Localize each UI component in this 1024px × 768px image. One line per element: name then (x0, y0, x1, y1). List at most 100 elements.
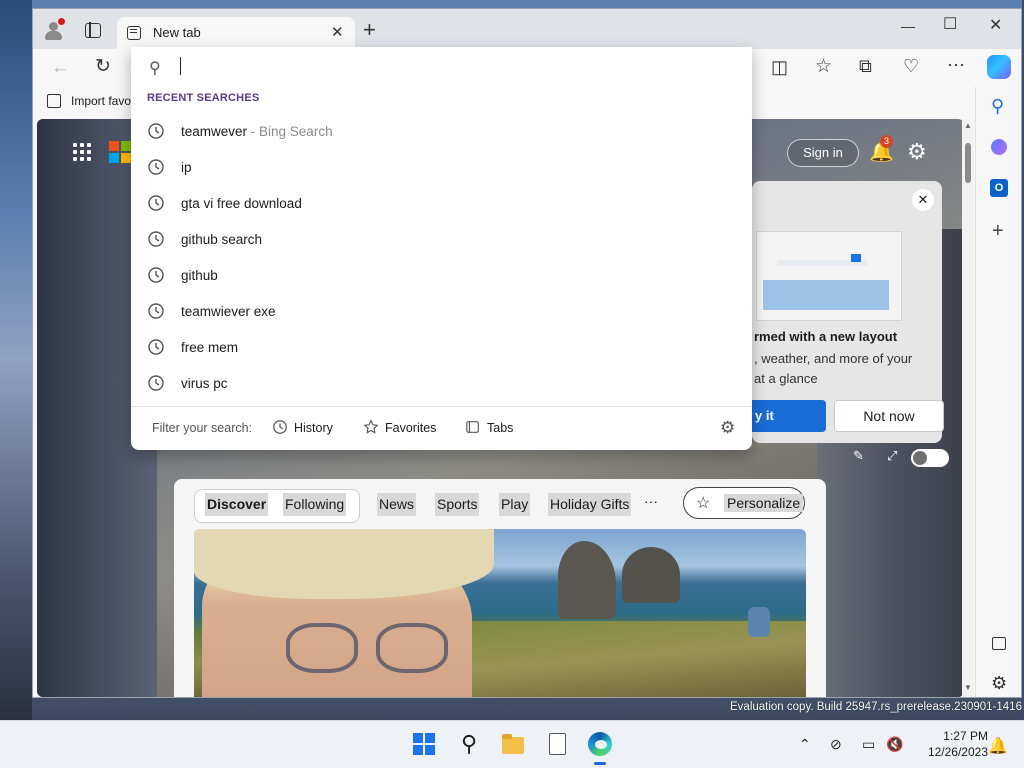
sidebar-panel-icon[interactable] (992, 637, 1006, 650)
filter-history-button[interactable]: History (272, 419, 333, 435)
tab-discover[interactable]: Discover (205, 493, 269, 516)
suggestion-text: ip (181, 160, 192, 175)
star-icon (363, 419, 379, 434)
news-feed: Discover Following News Sports Play Holi… (174, 479, 826, 697)
personalize-star-icon: ☆ (696, 495, 711, 512)
new-tab-button[interactable]: + (363, 19, 376, 41)
taskbar-search-icon[interactable]: ⚲ (457, 732, 481, 756)
filter-favorites-button[interactable]: Favorites (363, 419, 436, 435)
edge-active-indicator (594, 762, 606, 765)
display-icon[interactable]: ▭ (862, 736, 875, 753)
tab-close-button[interactable]: ✕ (331, 23, 344, 41)
tab-new-tab[interactable]: New tab ✕ (117, 17, 355, 49)
edge-sidebar: ⚲ O + ⚙ (975, 87, 1021, 697)
browser-essentials-button[interactable]: ♡ (903, 57, 919, 75)
back-button[interactable]: ← (51, 58, 70, 77)
suggestion-text: gta vi free download (181, 196, 302, 211)
import-favorites-icon[interactable] (47, 94, 61, 108)
history-icon (148, 159, 164, 175)
history-icon (148, 375, 164, 391)
copilot-icon[interactable] (987, 55, 1011, 79)
split-screen-button[interactable]: ◫ (771, 58, 788, 76)
promo-try-it-button[interactable]: y it (752, 400, 826, 432)
filter-tabs-button[interactable]: Tabs (465, 419, 513, 435)
add-sidebar-app-icon[interactable]: + (992, 221, 1004, 241)
promo-not-now-button[interactable]: Not now (834, 400, 944, 432)
history-icon (148, 195, 164, 211)
collections-button[interactable]: ⧉ (859, 57, 872, 75)
suggestion-text: teamwever - Bing Search (181, 124, 333, 139)
feed-hero-image[interactable] (194, 529, 806, 697)
suggestion-item[interactable]: github search (131, 222, 752, 258)
show-hidden-icons-chevron-icon[interactable]: ⌃ (799, 736, 811, 753)
suggestion-item[interactable]: github (131, 258, 752, 294)
tabs-icon (466, 421, 479, 433)
workspaces-icon[interactable] (85, 22, 101, 38)
notepad-icon[interactable] (546, 732, 570, 756)
desktop-window-edge (0, 0, 32, 720)
import-favorites-link[interactable]: Import favo (71, 94, 131, 108)
profile-alert-dot (58, 18, 65, 25)
maximize-button[interactable]: ☐ (943, 17, 957, 33)
suggestion-item[interactable]: virus pc (131, 366, 752, 402)
tab-sports[interactable]: Sports (435, 493, 480, 516)
sidebar-settings-icon[interactable]: ⚙ (991, 674, 1007, 692)
copilot-sidebar-icon[interactable] (991, 139, 1007, 155)
notification-center-bell-icon[interactable]: 🔔 (988, 736, 1008, 756)
expand-icon[interactable]: ⤢ (887, 448, 897, 464)
promo-close-button[interactable]: ✕ (912, 189, 934, 211)
tab-following[interactable]: Following (283, 493, 347, 516)
page-settings-icon[interactable]: ⚙ (907, 139, 927, 165)
tab-holiday-gifts[interactable]: Holiday Gifts (548, 493, 632, 516)
refresh-button[interactable]: ↻ (95, 57, 111, 76)
scrollbar-thumb[interactable] (965, 143, 971, 183)
minimize-button[interactable]: — (901, 19, 915, 33)
apps-launcher-icon[interactable] (73, 143, 93, 163)
search-icon[interactable]: ⚲ (991, 97, 1004, 115)
suggestion-item[interactable]: gta vi free download (131, 186, 752, 222)
edit-layout-icon[interactable]: ✎ (853, 448, 864, 464)
promo-layout-illustration (756, 231, 902, 321)
suggestion-text: github (181, 268, 218, 283)
history-icon (148, 267, 164, 283)
system-clock[interactable]: 1:27 PM 12/26/2023 (908, 728, 988, 760)
volume-icon[interactable]: 🔇 (886, 736, 903, 753)
background-toggle[interactable] (911, 449, 949, 467)
suggestion-item[interactable]: teamwever - Bing Search (131, 114, 752, 150)
feed-more-button[interactable]: ··· (644, 493, 658, 509)
network-icon[interactable]: ⊘ (830, 736, 842, 753)
close-window-button[interactable]: ✕ (989, 18, 1002, 34)
more-button[interactable]: ⋯ (947, 56, 965, 74)
suggestion-item[interactable]: free mem (131, 330, 752, 366)
promo-text-line-1: , weather, and more of your (754, 351, 913, 366)
history-icon (148, 123, 164, 139)
tab-bar: New tab ✕ + — ☐ ✕ (33, 9, 1021, 49)
promo-text-line-2: at a glance (754, 371, 818, 386)
page-scrollbar[interactable]: ▲ ▼ (962, 119, 974, 697)
eyeglasses (286, 623, 456, 675)
address-input-caret[interactable] (180, 57, 181, 75)
divider (131, 406, 752, 407)
address-bar-dropdown: ⚲ RECENT SEARCHES teamwever - Bing Searc… (131, 47, 752, 450)
start-button-windows-icon[interactable] (412, 732, 436, 756)
suggestion-text: github search (181, 232, 263, 247)
history-icon (148, 339, 164, 355)
suggestion-item[interactable]: teamwiever exe (131, 294, 752, 330)
tab-play[interactable]: Play (499, 493, 531, 516)
history-icon (148, 231, 164, 247)
search-settings-icon[interactable]: ⚙ (720, 418, 735, 438)
suggestion-text: free mem (181, 340, 239, 355)
edge-browser-icon[interactable] (588, 732, 612, 756)
favorites-button[interactable]: ☆ (815, 57, 832, 76)
filter-label: Filter your search: (152, 421, 253, 435)
personalize-button[interactable]: ☆ Personalize (683, 487, 805, 519)
profile-icon[interactable] (45, 18, 65, 40)
suggestion-item[interactable]: ip (131, 150, 752, 186)
sign-in-button[interactable]: Sign in (787, 139, 859, 167)
recent-searches-header: RECENT SEARCHES (147, 92, 260, 104)
outlook-icon[interactable]: O (990, 179, 1008, 197)
file-explorer-icon[interactable] (501, 732, 525, 756)
tab-favicon (127, 26, 141, 40)
tab-news[interactable]: News (377, 493, 417, 516)
suggestion-text: teamwiever exe (181, 304, 276, 319)
